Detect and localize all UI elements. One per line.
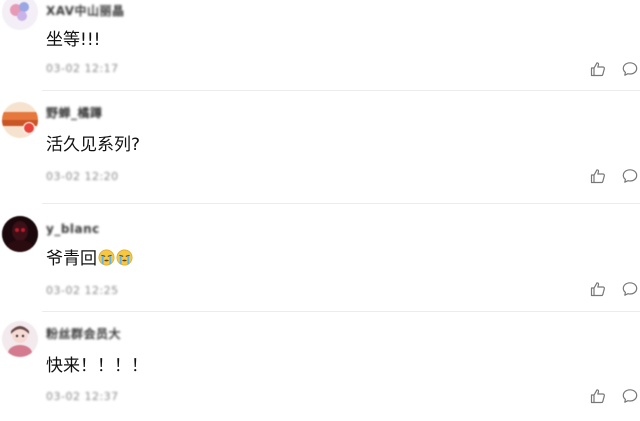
comment-text-value: 爷青回 xyxy=(46,249,97,269)
comment-item: 野蝉_橘蹲 活久见系列? 03-02 12:20 xyxy=(0,91,640,203)
comment-bubble-icon[interactable] xyxy=(622,388,638,404)
comment-username[interactable]: 粉丝群会员大 xyxy=(46,327,121,341)
avatar[interactable] xyxy=(2,102,38,138)
comment-text: 坐等!!! xyxy=(46,30,101,50)
comment-item: XAV中山丽晶 坐等!!! 03-02 12:17 xyxy=(0,0,640,90)
avatar-image xyxy=(2,321,38,357)
comment-username[interactable]: XAV中山丽晶 xyxy=(46,4,125,18)
thumbs-up-icon[interactable] xyxy=(590,388,606,404)
comment-timestamp: 03-02 12:37 xyxy=(46,390,119,403)
comment-username[interactable]: 野蝉_橘蹲 xyxy=(46,106,103,120)
thumbs-up-icon[interactable] xyxy=(590,61,606,77)
comment-bubble-icon[interactable] xyxy=(622,61,638,77)
comment-text: 快来！！！！ xyxy=(46,356,148,376)
avatar[interactable] xyxy=(2,216,38,252)
comment-timestamp: 03-02 12:17 xyxy=(46,62,119,75)
thumbs-up-icon[interactable] xyxy=(590,281,606,297)
avatar-image xyxy=(2,0,38,30)
comment-username[interactable]: y_blanc xyxy=(46,222,100,236)
avatar[interactable] xyxy=(2,0,38,30)
comment-text: 爷青回 xyxy=(46,248,133,270)
comment-item: y_blanc 爷青回 03-02 12:25 xyxy=(0,204,640,311)
comment-bubble-icon[interactable] xyxy=(622,168,638,184)
comment-bubble-icon[interactable] xyxy=(622,281,638,297)
comment-timestamp: 03-02 12:25 xyxy=(46,284,119,297)
comment-text: 活久见系列? xyxy=(46,135,141,155)
thumbs-up-icon[interactable] xyxy=(590,168,606,184)
avatar[interactable] xyxy=(2,321,38,357)
comment-item: 粉丝群会员大 快来！！！！ 03-02 12:37 xyxy=(0,312,640,421)
crying-face-emoji-icon xyxy=(98,249,115,266)
crying-face-emoji-icon xyxy=(116,249,133,266)
comment-timestamp: 03-02 12:20 xyxy=(46,170,119,183)
comment-list: XAV中山丽晶 坐等!!! 03-02 12:17 野蝉_橘蹲 活久见系列? 0… xyxy=(0,0,640,421)
avatar-image xyxy=(2,102,38,138)
avatar-image xyxy=(2,216,38,252)
